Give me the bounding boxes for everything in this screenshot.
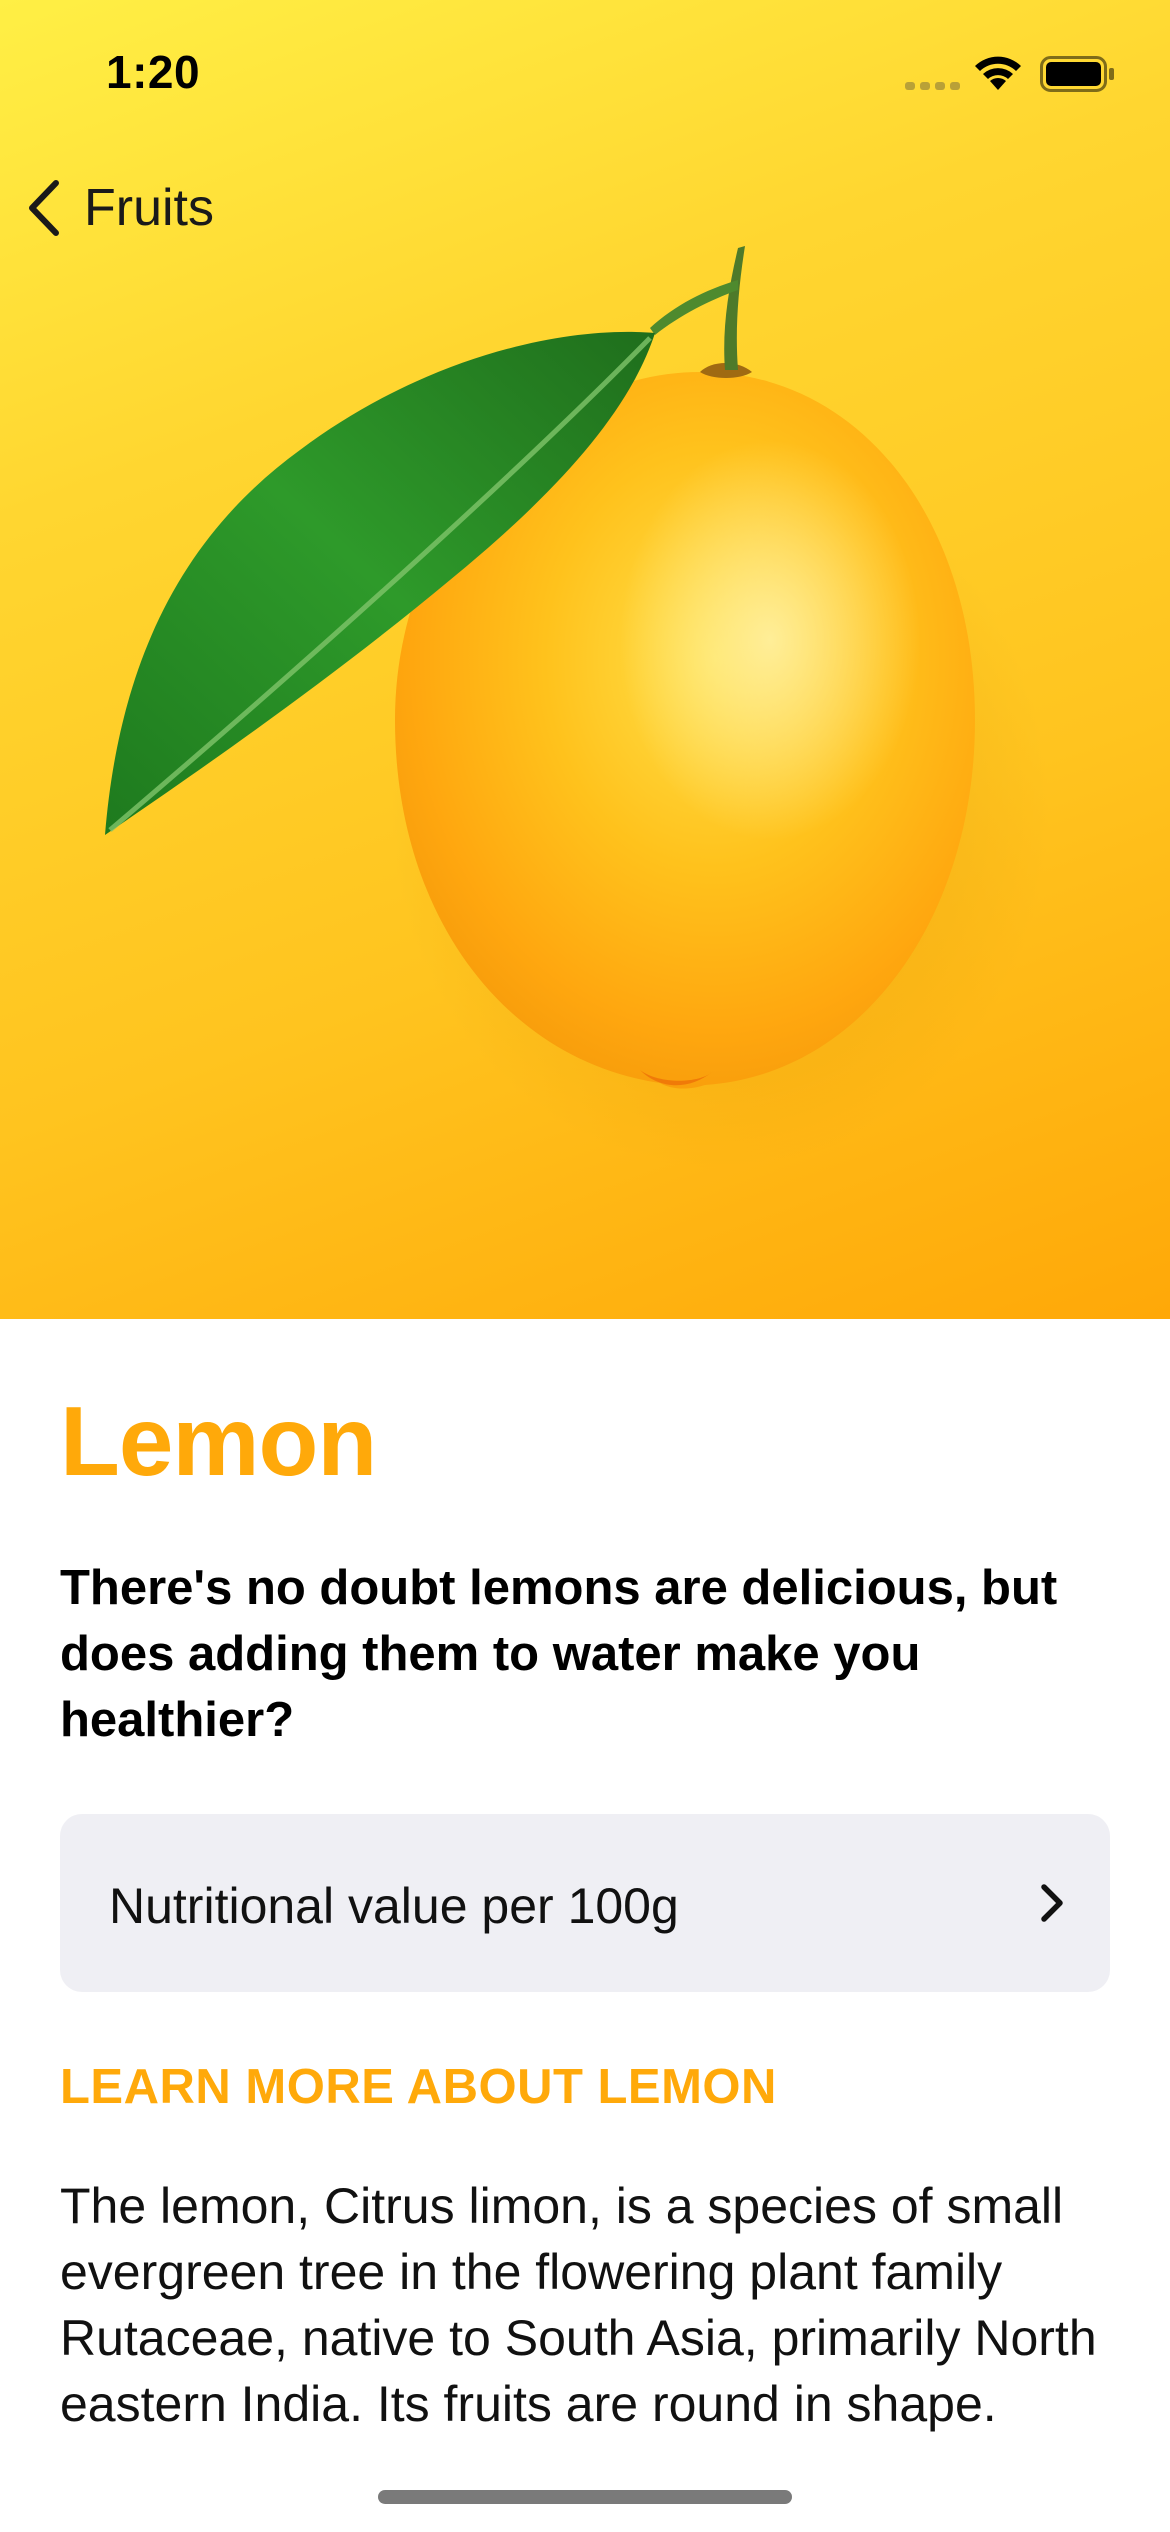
fruit-detail-screen: 1:20 Fruits Lemon There's no doubt lemon… <box>0 0 1170 2532</box>
wifi-icon <box>975 56 1021 90</box>
home-indicator[interactable] <box>378 2490 792 2504</box>
hero-header: 1:20 Fruits <box>0 0 1170 1319</box>
nutrition-disclosure-row[interactable]: Nutritional value per 100g <box>60 1814 1110 1992</box>
fruit-headline: There's no doubt lemons are delicious, b… <box>60 1561 1058 1747</box>
learn-more-header: LEARN MORE ABOUT LEMON <box>60 2060 777 2114</box>
fruit-title: Lemon <box>60 1386 377 1496</box>
battery-icon <box>1040 56 1114 92</box>
chevron-right-icon <box>1041 1884 1063 1922</box>
status-time: 1:20 <box>106 46 201 98</box>
fruit-description: The lemon, Citrus limon, is a species of… <box>60 2178 1097 2432</box>
back-button-label: Fruits <box>84 179 214 237</box>
nutrition-label: Nutritional value per 100g <box>109 1878 679 1934</box>
detail-content: Lemon There's no doubt lemons are delici… <box>0 1319 1170 2532</box>
cellular-signal-icon <box>905 82 960 90</box>
chevron-left-icon <box>29 180 59 236</box>
back-button[interactable]: Fruits <box>24 170 214 246</box>
